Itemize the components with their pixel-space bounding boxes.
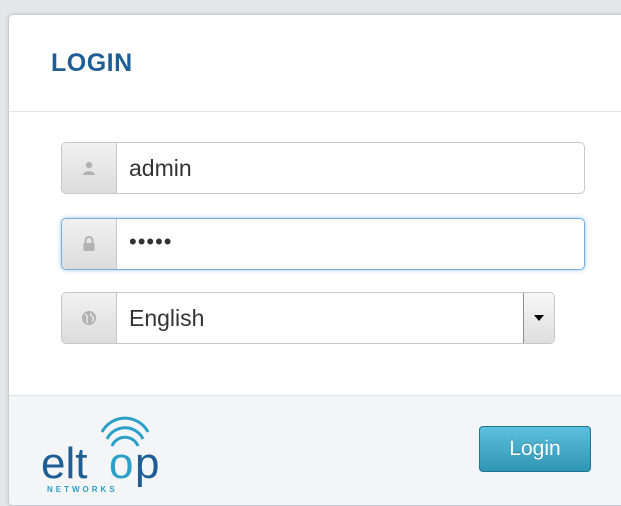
login-header: LOGIN: [9, 15, 621, 112]
language-select[interactable]: English: [61, 292, 555, 344]
page-title: LOGIN: [51, 49, 133, 77]
chevron-down-icon[interactable]: [523, 293, 554, 343]
login-button[interactable]: Login: [479, 426, 591, 472]
svg-text:elt: elt: [41, 439, 87, 488]
svg-text:NETWORKS: NETWORKS: [47, 485, 118, 494]
username-input[interactable]: admin: [129, 143, 192, 193]
login-panel: LOGIN admin ••••• English elt o p NETWOR…: [8, 14, 621, 506]
password-input[interactable]: •••••: [129, 219, 173, 269]
user-icon: [62, 143, 117, 193]
login-footer: elt o p NETWORKS Login: [9, 395, 621, 505]
svg-text:p: p: [135, 439, 159, 488]
password-field[interactable]: •••••: [61, 218, 585, 270]
svg-text:o: o: [109, 439, 133, 488]
language-selected: English: [129, 304, 205, 331]
lock-icon: [62, 219, 117, 269]
eltop-logo: elt o p NETWORKS: [35, 416, 205, 501]
globe-icon: [62, 293, 117, 343]
username-field[interactable]: admin: [61, 142, 585, 194]
